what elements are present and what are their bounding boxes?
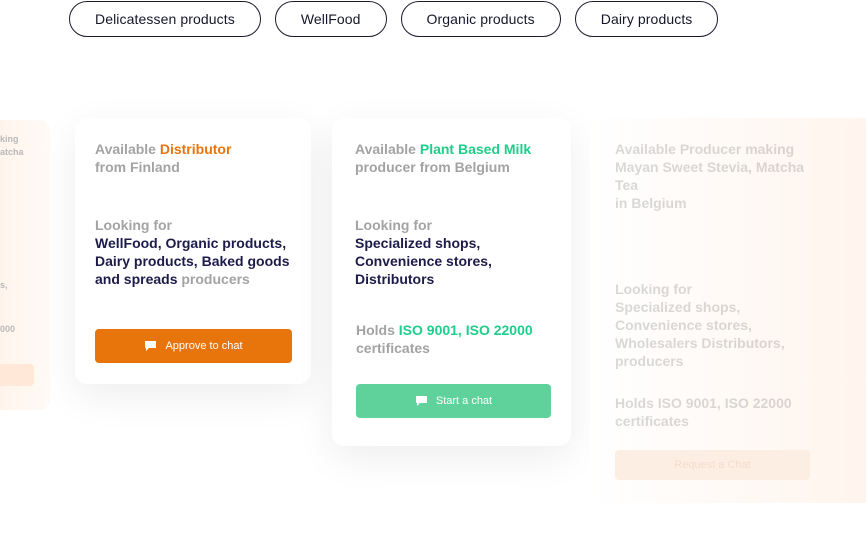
category-tags: Delicatessen products WellFood Organic p… — [69, 1, 719, 37]
certifications: ISO 9001, ISO 22000 — [398, 322, 533, 338]
tag-dairy[interactable]: Dairy products — [574, 1, 719, 37]
offscreen-card-left: king atcha s, 000 — [0, 120, 50, 410]
certifications-line: Holds ISO 9001, ISO 22000 — [615, 395, 792, 411]
ghost-button — [0, 364, 34, 386]
looking-for-suffix: producers — [615, 353, 684, 369]
origin-text: in Belgium — [615, 195, 687, 211]
chat-bubble-icon — [145, 341, 157, 351]
chat-bubble-icon — [415, 396, 427, 406]
ghost-text: s, — [0, 280, 8, 290]
approve-to-chat-button[interactable]: Approve to chat — [95, 329, 292, 363]
tag-wellfood[interactable]: WellFood — [274, 1, 387, 37]
tag-delicatessen[interactable]: Delicatessen products — [69, 1, 261, 37]
button-label: Start a chat — [435, 395, 493, 407]
button-label: Approve to chat — [165, 340, 243, 352]
looking-for-items: WellFood, Organic products, Dairy produc… — [95, 235, 290, 287]
availability-line: Available Distributor — [95, 141, 232, 157]
ghost-text: king — [0, 134, 19, 144]
match-card-distributor: Available Distributor from Finland Looki… — [75, 118, 311, 384]
looking-for-items: Specialized shops, Convenience stores, W… — [615, 299, 785, 351]
certifications-suffix: certificates — [615, 413, 689, 429]
certifications-suffix: certificates — [356, 340, 430, 356]
tag-organic[interactable]: Organic products — [400, 1, 561, 37]
product-type: Plant Based Milk — [419, 141, 532, 157]
match-card-plant-milk: Available Plant Based Milk producer from… — [332, 118, 571, 446]
availability-line: Available Producer making Mayan Sweet St… — [615, 141, 805, 193]
offscreen-card-right: Available Producer making Mayan Sweet St… — [590, 118, 866, 503]
origin-text: producer from Belgium — [355, 159, 510, 175]
ghost-text: atcha — [0, 147, 24, 157]
button-label: Request a Chat — [674, 459, 751, 471]
availability-line: Available Plant Based Milk — [355, 141, 532, 157]
ghost-text: 000 — [0, 324, 16, 334]
certifications-line: Holds ISO 9001, ISO 22000 — [356, 322, 533, 338]
looking-for-items: Specialized shops, Convenience stores, D… — [355, 235, 492, 287]
origin-text: from Finland — [95, 159, 180, 175]
looking-for-label: Looking for — [95, 217, 172, 233]
partner-type: Distributor — [159, 141, 232, 157]
start-chat-button[interactable]: Start a chat — [356, 384, 551, 418]
looking-for-label: Looking for — [355, 217, 432, 233]
request-chat-button[interactable]: Request a Chat — [615, 450, 810, 480]
looking-for-label: Looking for — [615, 281, 692, 297]
